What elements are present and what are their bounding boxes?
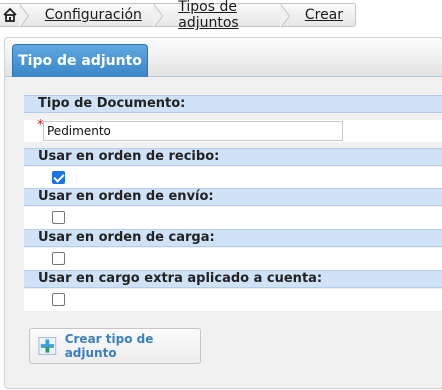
orden-recibo-checkbox[interactable] bbox=[52, 171, 65, 184]
breadcrumb-crear[interactable]: Crear bbox=[288, 4, 355, 26]
breadcrumb-separator bbox=[19, 4, 30, 28]
tipo-documento-label: Tipo de Documento: bbox=[24, 95, 442, 113]
plus-icon bbox=[38, 337, 57, 355]
home-icon bbox=[3, 7, 17, 22]
orden-carga-row bbox=[24, 248, 442, 270]
create-button-label: Crear tipo de adjunto bbox=[64, 332, 154, 360]
orden-carga-checkbox[interactable] bbox=[52, 252, 65, 265]
tipo-documento-row: * bbox=[24, 118, 442, 142]
breadcrumb-separator bbox=[279, 4, 290, 28]
breadcrumb: Configuración Tipos de adjuntos Crear bbox=[0, 0, 356, 31]
orden-recibo-row bbox=[24, 167, 442, 189]
create-tipo-adjunto-button[interactable]: Crear tipo de adjunto bbox=[29, 328, 201, 364]
cargo-extra-label: Usar en cargo extra aplicado a cuenta: bbox=[24, 270, 442, 288]
orden-carga-label: Usar en orden de carga: bbox=[24, 229, 442, 247]
cargo-extra-checkbox[interactable] bbox=[52, 293, 65, 306]
orden-envio-row bbox=[24, 207, 442, 229]
home-button[interactable] bbox=[0, 4, 20, 26]
orden-envio-label: Usar en orden de envío: bbox=[24, 188, 442, 206]
breadcrumb-tipos-adjuntos[interactable]: Tipos de adjuntos bbox=[161, 0, 280, 31]
orden-envio-checkbox[interactable] bbox=[52, 211, 65, 224]
breadcrumb-configuracion[interactable]: Configuración bbox=[28, 4, 154, 26]
cargo-extra-row bbox=[24, 289, 442, 311]
breadcrumb-separator bbox=[152, 4, 164, 28]
tab-tipo-adjunto[interactable]: Tipo de adjunto bbox=[12, 44, 148, 77]
tab-strip: Tipo de adjunto bbox=[5, 38, 442, 77]
orden-recibo-label: Usar en orden de recibo: bbox=[24, 148, 442, 166]
tipo-documento-input[interactable] bbox=[43, 121, 343, 141]
